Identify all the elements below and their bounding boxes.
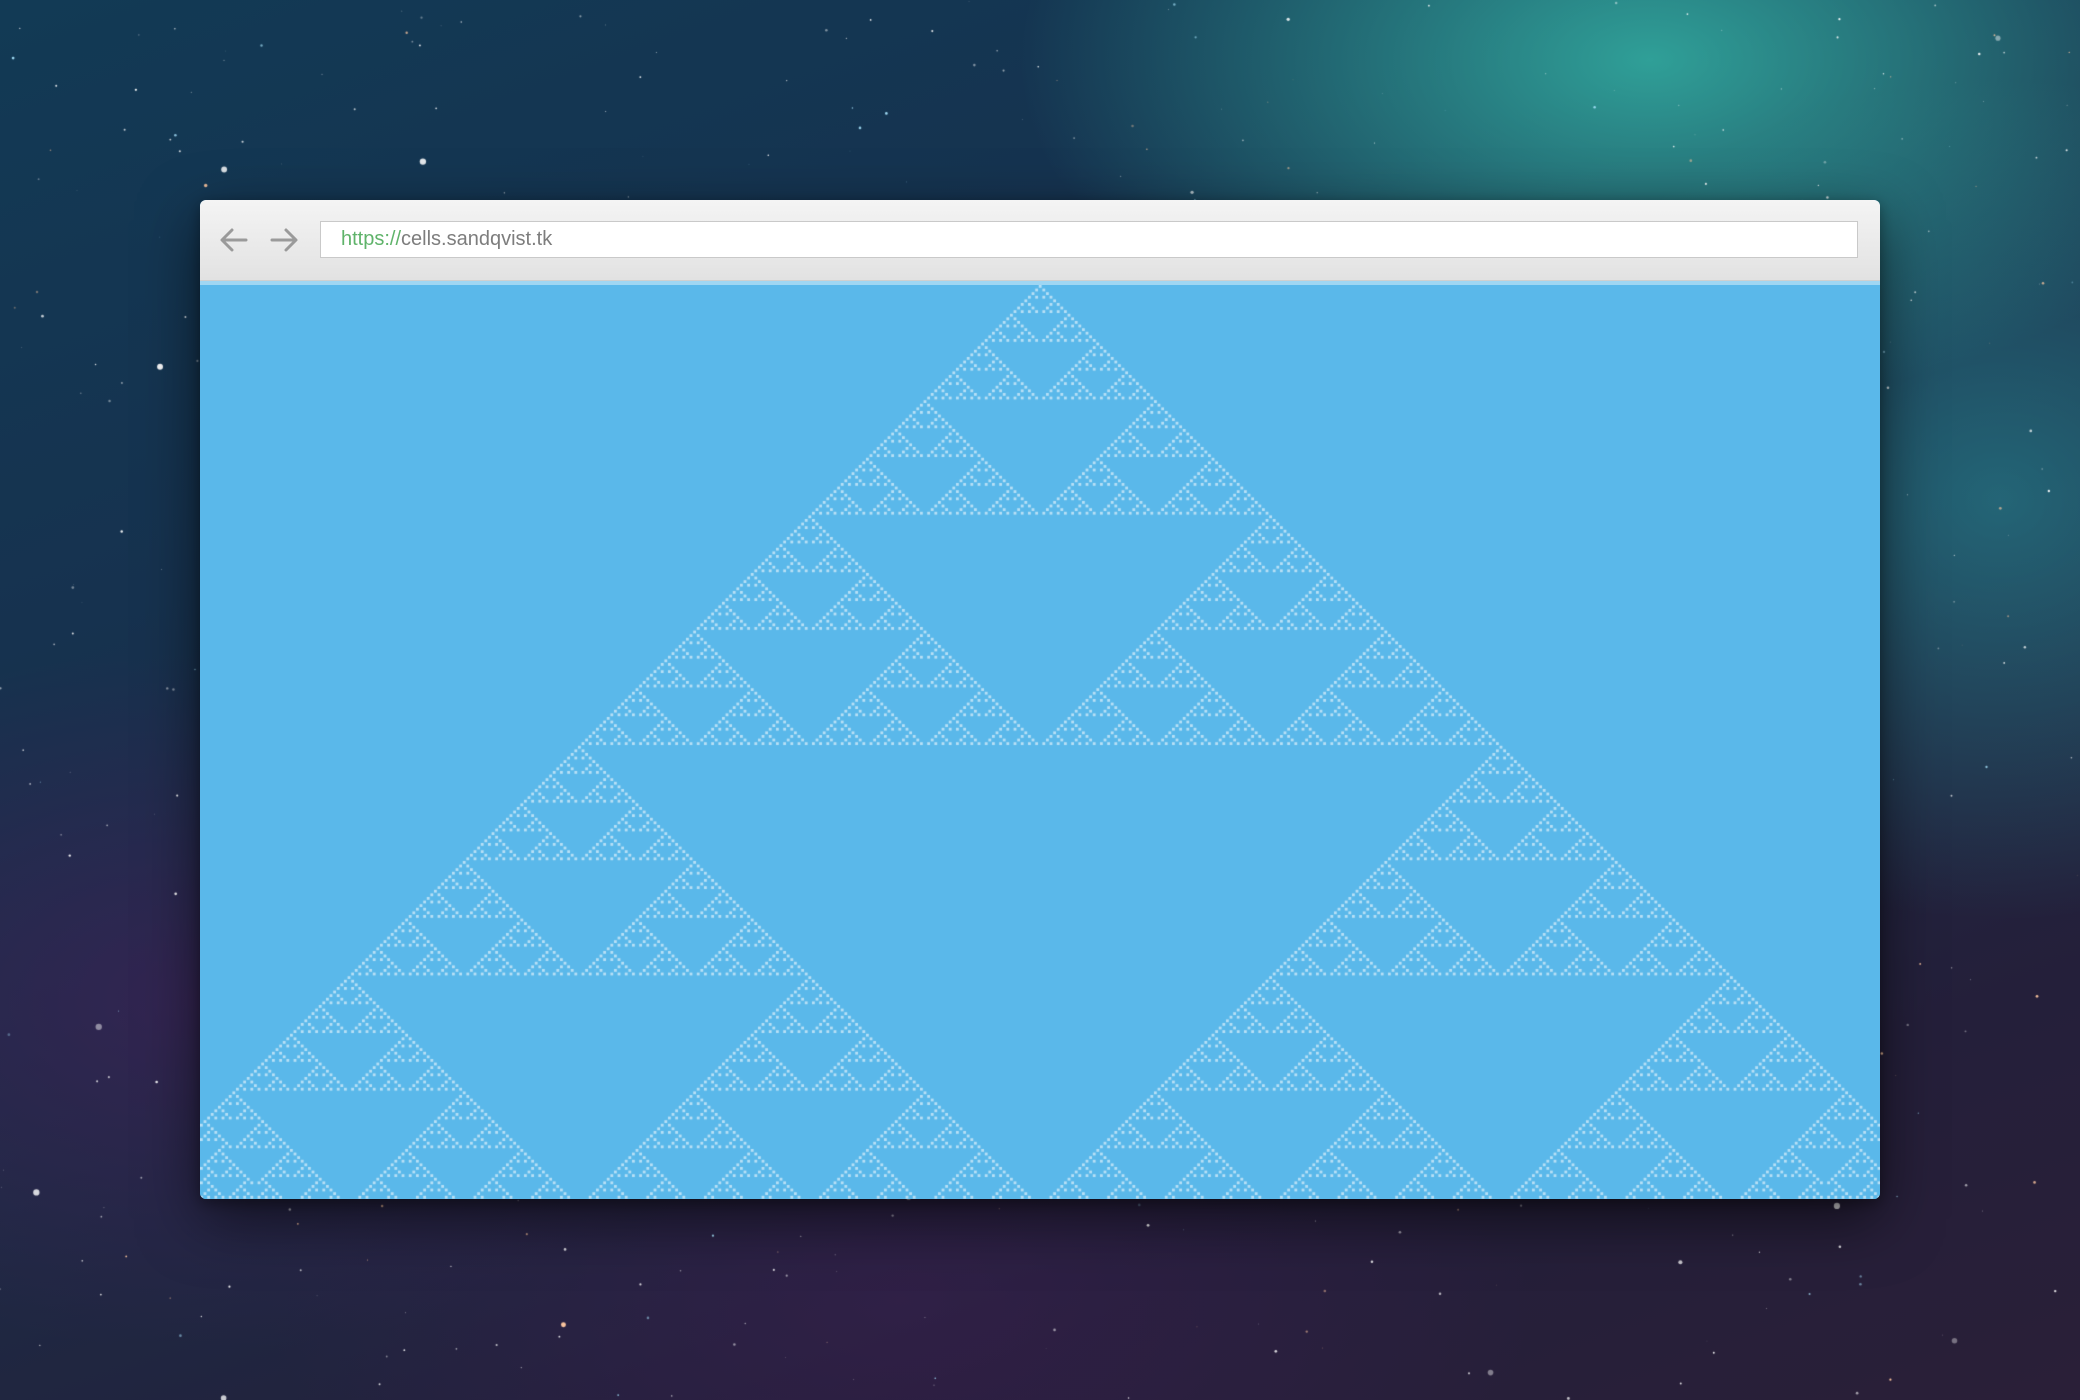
url-scheme: https:// [341, 228, 402, 250]
browser-window: https://cells.sandqvist.tk [200, 200, 1880, 1199]
arrow-left-icon [220, 228, 248, 252]
arrow-right-icon [270, 228, 298, 252]
browser-toolbar: https://cells.sandqvist.tk [200, 200, 1880, 281]
forward-button[interactable] [266, 222, 302, 258]
sierpinski-cellular-automaton[interactable] [200, 285, 1880, 1199]
back-button[interactable] [216, 222, 252, 258]
page-viewport [200, 285, 1880, 1199]
address-bar[interactable]: https://cells.sandqvist.tk [320, 221, 1858, 258]
desktop-wallpaper: https://cells.sandqvist.tk [0, 0, 2080, 1400]
url-host: cells.sandqvist.tk [401, 228, 553, 250]
